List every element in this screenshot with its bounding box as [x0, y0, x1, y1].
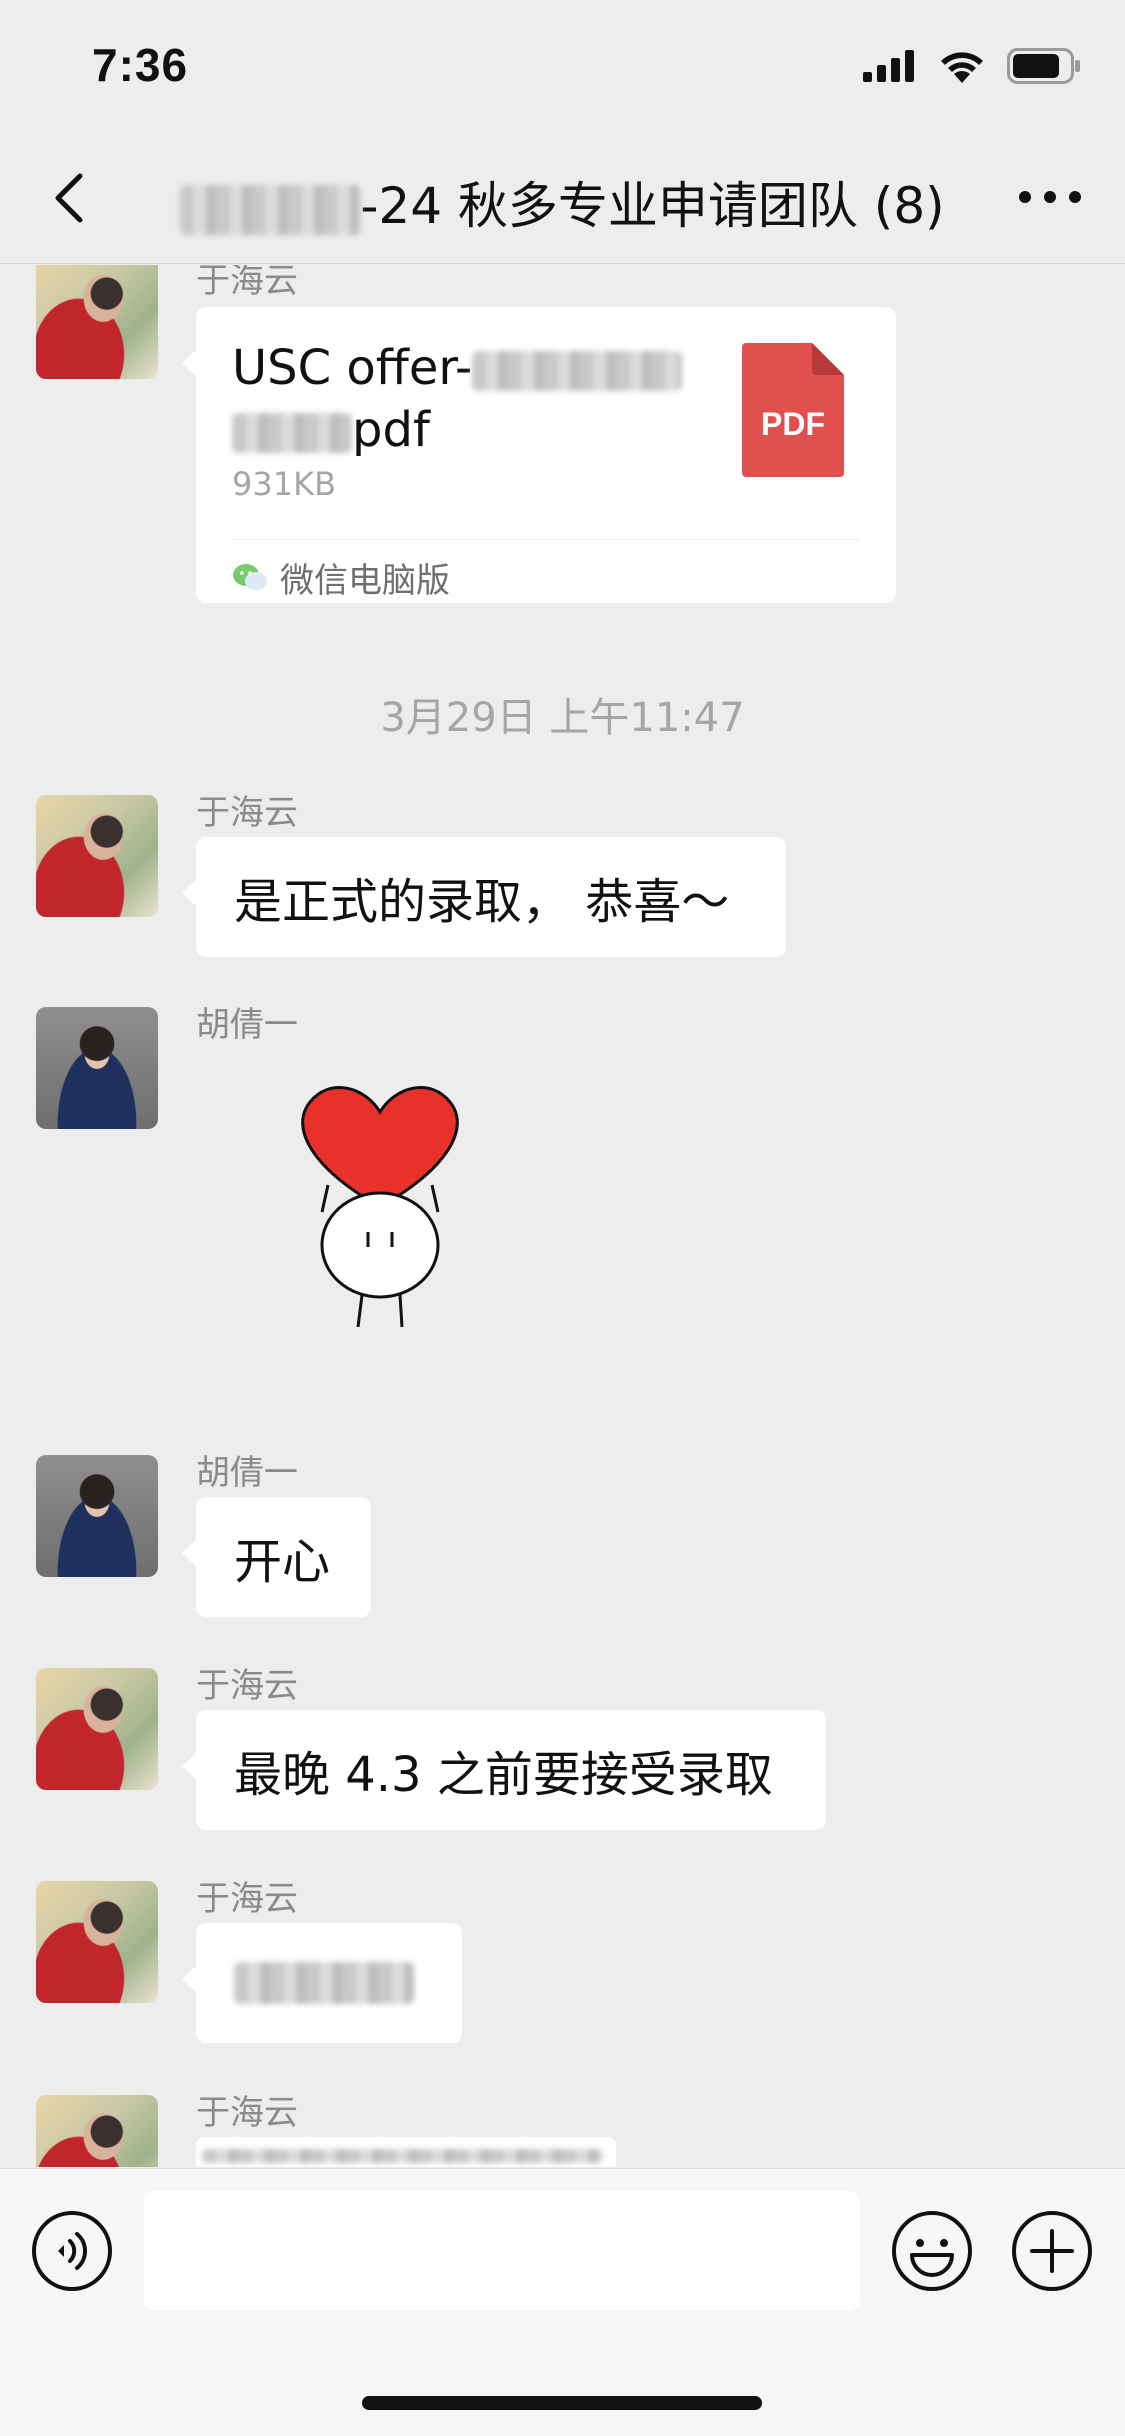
message-item: 于海云 最晚 4.3 之前要接受录取 — [0, 1658, 1125, 1830]
signal-icon — [863, 50, 914, 82]
redacted-name — [180, 184, 361, 235]
pdf-file-icon: PDF — [742, 343, 844, 477]
message-list[interactable]: 于海云 USC offer- pdf 931KB PDF 微信电脑版 3月29日… — [0, 265, 1125, 2167]
more-dots-icon[interactable] — [1015, 182, 1085, 212]
chat-title[interactable]: -24 秋多专业申请团队 (8) — [180, 166, 945, 238]
sender-name: 于海云 — [196, 793, 298, 833]
image-message[interactable] — [196, 2137, 616, 2167]
sender-name: 于海云 — [196, 265, 298, 301]
home-indicator[interactable] — [362, 2396, 762, 2410]
redacted-text — [234, 1962, 414, 2004]
avatar[interactable] — [36, 2095, 158, 2167]
redacted-text — [202, 2149, 602, 2163]
pdf-label: PDF — [761, 406, 825, 442]
file-message[interactable]: USC offer- pdf 931KB PDF 微信电脑版 — [182, 307, 896, 603]
status-bar: 7:36 — [0, 0, 1125, 132]
file-name-suffix: pdf — [352, 402, 430, 458]
message-input[interactable] — [144, 2191, 860, 2311]
text-bubble[interactable]: 是正式的录取， 恭喜～ — [182, 837, 786, 957]
message-item: 于海云 — [0, 2085, 1125, 2167]
avatar[interactable] — [36, 1455, 158, 1577]
avatar[interactable] — [36, 795, 158, 917]
wifi-icon — [941, 52, 983, 83]
file-size: 931KB — [232, 465, 337, 503]
divider — [232, 539, 860, 540]
wechat-logo-icon — [233, 563, 267, 590]
sender-name: 于海云 — [196, 1879, 298, 1919]
redacted-filename — [472, 351, 683, 391]
message-item: 胡倩一 开心 — [0, 1445, 1125, 1617]
message-item: 于海云 — [0, 1871, 1125, 2043]
heart-sticker[interactable] — [290, 1077, 470, 1327]
text-bubble[interactable]: 开心 — [182, 1497, 371, 1617]
status-icons — [863, 48, 1081, 84]
status-time: 7:36 — [92, 39, 189, 91]
voice-icon[interactable] — [30, 2209, 114, 2293]
timestamp: 3月29日 上午11:47 — [380, 695, 745, 741]
avatar[interactable] — [36, 1007, 158, 1129]
file-name-prefix: USC offer- — [232, 340, 473, 396]
sender-name: 于海云 — [196, 2093, 298, 2133]
avatar[interactable] — [36, 1668, 158, 1790]
plus-icon[interactable] — [1010, 2209, 1094, 2293]
chat-header: -24 秋多专业申请团队 (8) — [0, 132, 1125, 264]
message-item: 于海云 USC offer- pdf 931KB PDF 微信电脑版 — [0, 265, 1125, 617]
avatar[interactable] — [36, 265, 158, 379]
chat-title-text: -24 秋多专业申请团队 (8) — [360, 177, 945, 235]
chevron-left-icon[interactable] — [40, 168, 100, 228]
avatar[interactable] — [36, 1881, 158, 2003]
file-source-label: 微信电脑版 — [280, 561, 450, 601]
sender-name: 胡倩一 — [196, 1453, 298, 1493]
message-item: 于海云 是正式的录取， 恭喜～ — [0, 785, 1125, 957]
sender-name: 胡倩一 — [196, 1005, 298, 1045]
message-item: 胡倩一 — [0, 997, 1125, 1377]
redacted-filename — [232, 413, 352, 453]
sender-name: 于海云 — [196, 1666, 298, 1706]
text-bubble[interactable]: 最晚 4.3 之前要接受录取 — [182, 1710, 826, 1830]
file-name: USC offer- pdf — [232, 337, 692, 461]
file-source: 微信电脑版 — [232, 553, 450, 602]
battery-icon — [1007, 48, 1080, 84]
text-bubble[interactable] — [182, 1923, 462, 2043]
emoji-icon[interactable] — [890, 2209, 974, 2293]
